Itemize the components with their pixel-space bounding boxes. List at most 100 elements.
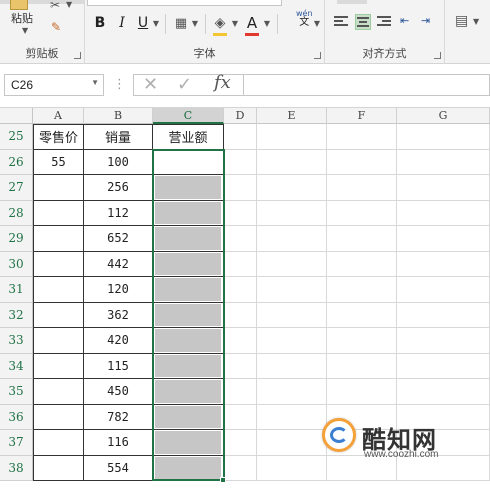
row-header-30[interactable]: 30 — [0, 251, 33, 277]
cell-c30[interactable] — [153, 251, 224, 277]
row-header-34[interactable]: 34 — [0, 353, 33, 379]
column-header-g[interactable]: G — [397, 108, 490, 124]
cell-g26[interactable] — [397, 149, 490, 175]
italic-button[interactable]: I — [115, 12, 129, 34]
cell-c26[interactable] — [153, 149, 224, 175]
font-name-box[interactable] — [87, 0, 282, 6]
fill-color-icon[interactable]: ◈ — [212, 12, 228, 34]
cell-e30[interactable] — [257, 251, 327, 277]
alignment-launcher-icon[interactable] — [434, 52, 441, 59]
cell-c27[interactable] — [153, 175, 224, 201]
paste-dropdown-icon[interactable]: ▼ — [22, 26, 28, 35]
cell-d32[interactable] — [224, 302, 257, 328]
cell-c29[interactable] — [153, 226, 224, 252]
cell-f26[interactable] — [327, 149, 397, 175]
enter-icon[interactable]: ✓ — [177, 74, 192, 95]
cell-d38[interactable] — [224, 455, 257, 481]
paste-icon[interactable] — [10, 0, 28, 10]
cell-e37[interactable] — [257, 430, 327, 456]
cell-a30[interactable] — [33, 251, 84, 277]
border-dropdown-icon[interactable]: ▼ — [191, 12, 199, 34]
cell-b29[interactable]: 652 — [84, 226, 153, 252]
cell-b35[interactable]: 450 — [84, 379, 153, 405]
cell-b32[interactable]: 362 — [84, 302, 153, 328]
cell-g32[interactable] — [397, 302, 490, 328]
column-header-b[interactable]: B — [84, 108, 153, 124]
cell-b37[interactable]: 116 — [84, 430, 153, 456]
cell-b25[interactable]: 销量 — [84, 124, 153, 150]
fill-color-dropdown-icon[interactable]: ▼ — [231, 12, 239, 34]
border-icon[interactable]: ▦ — [173, 12, 189, 34]
cell-c38[interactable] — [153, 455, 224, 481]
cell-a36[interactable] — [33, 404, 84, 430]
cell-a35[interactable] — [33, 379, 84, 405]
cell-g31[interactable] — [397, 277, 490, 303]
cell-b30[interactable]: 442 — [84, 251, 153, 277]
row-header-33[interactable]: 33 — [0, 328, 33, 354]
cell-f28[interactable] — [327, 200, 397, 226]
cell-e29[interactable] — [257, 226, 327, 252]
clipboard-launcher-icon[interactable] — [74, 52, 81, 59]
bold-button[interactable]: B — [93, 12, 107, 34]
cell-b33[interactable]: 420 — [84, 328, 153, 354]
column-header-a[interactable]: A — [33, 108, 84, 124]
cell-e26[interactable] — [257, 149, 327, 175]
underline-button[interactable]: U — [136, 12, 150, 34]
cell-g35[interactable] — [397, 379, 490, 405]
cell-e28[interactable] — [257, 200, 327, 226]
cell-b31[interactable]: 120 — [84, 277, 153, 303]
row-header-32[interactable]: 32 — [0, 302, 33, 328]
cell-d25[interactable] — [224, 124, 257, 150]
row-header-25[interactable]: 25 — [0, 124, 33, 150]
cell-c34[interactable] — [153, 353, 224, 379]
font-launcher-icon[interactable] — [314, 52, 321, 59]
cell-e31[interactable] — [257, 277, 327, 303]
insert-function-icon[interactable]: fx — [214, 72, 231, 93]
cell-e25[interactable] — [257, 124, 327, 150]
underline-dropdown-icon[interactable]: ▼ — [152, 12, 160, 34]
cell-d37[interactable] — [224, 430, 257, 456]
column-header-c[interactable]: C — [153, 108, 224, 124]
cell-b28[interactable]: 112 — [84, 200, 153, 226]
cell-d31[interactable] — [224, 277, 257, 303]
cell-a37[interactable] — [33, 430, 84, 456]
cell-b27[interactable]: 256 — [84, 175, 153, 201]
cell-f31[interactable] — [327, 277, 397, 303]
cell-b38[interactable]: 554 — [84, 455, 153, 481]
cell-a31[interactable] — [33, 277, 84, 303]
cell-d27[interactable] — [224, 175, 257, 201]
cell-d30[interactable] — [224, 251, 257, 277]
cell-c25[interactable]: 营业额 — [153, 124, 224, 150]
row-header-29[interactable]: 29 — [0, 226, 33, 252]
cell-f30[interactable] — [327, 251, 397, 277]
cell-b34[interactable]: 115 — [84, 353, 153, 379]
align-center-icon[interactable] — [355, 14, 371, 30]
select-all-corner[interactable] — [0, 108, 33, 124]
cell-f33[interactable] — [327, 328, 397, 354]
font-color-dropdown-icon[interactable]: ▼ — [263, 12, 271, 34]
align-right-icon[interactable] — [377, 14, 393, 30]
cell-d36[interactable] — [224, 404, 257, 430]
name-box-dropdown-icon[interactable]: ▼ — [91, 78, 99, 87]
cell-c35[interactable] — [153, 379, 224, 405]
cell-c33[interactable] — [153, 328, 224, 354]
cell-d35[interactable] — [224, 379, 257, 405]
cell-d29[interactable] — [224, 226, 257, 252]
cell-d28[interactable] — [224, 200, 257, 226]
phonetic-dropdown-icon[interactable]: ▼ — [313, 12, 321, 34]
merge-dropdown-icon[interactable]: ▼ — [473, 17, 479, 26]
cell-a33[interactable] — [33, 328, 84, 354]
cell-f34[interactable] — [327, 353, 397, 379]
cell-g25[interactable] — [397, 124, 490, 150]
cell-b26[interactable]: 100 — [84, 149, 153, 175]
cell-f32[interactable] — [327, 302, 397, 328]
cell-g30[interactable] — [397, 251, 490, 277]
cell-e32[interactable] — [257, 302, 327, 328]
copy-dropdown-icon[interactable]: ▼ — [66, 0, 72, 9]
cell-a25[interactable]: 零售价 — [33, 124, 84, 150]
name-box[interactable]: C26 ▼ — [4, 74, 104, 96]
cell-a27[interactable] — [33, 175, 84, 201]
cell-c37[interactable] — [153, 430, 224, 456]
cell-e38[interactable] — [257, 455, 327, 481]
cell-d26[interactable] — [224, 149, 257, 175]
